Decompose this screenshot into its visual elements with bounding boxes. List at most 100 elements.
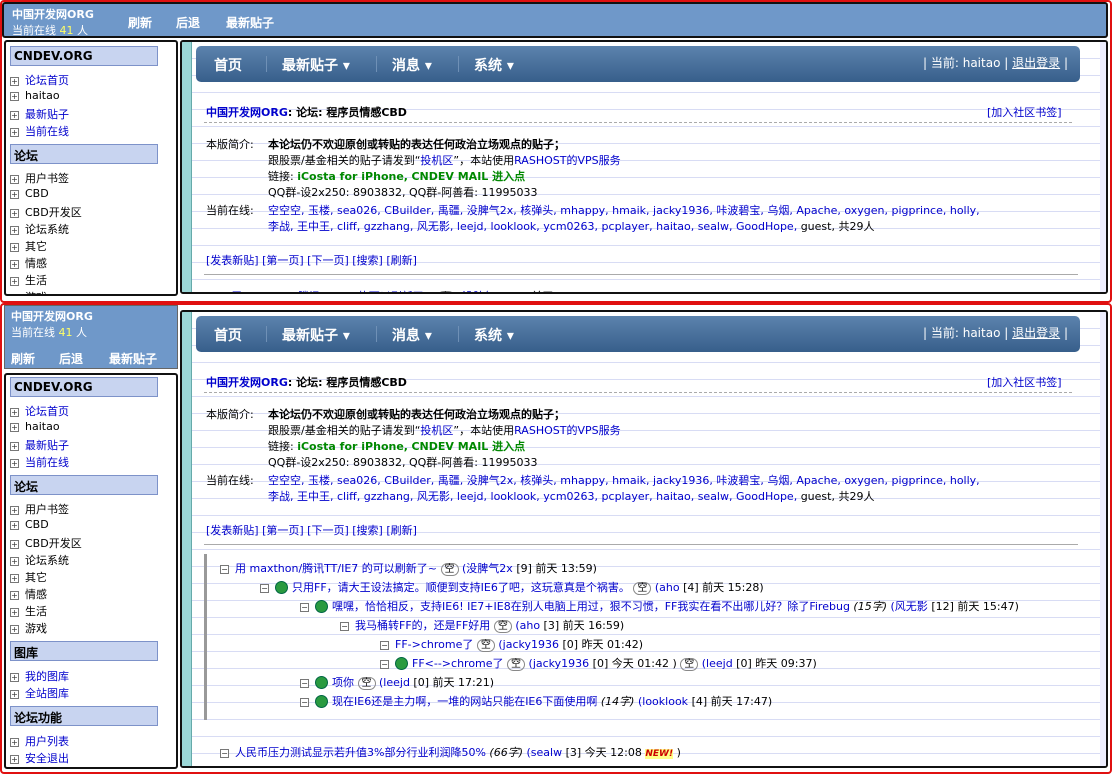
sidebar-item-site-gallery[interactable]: + 全站图库 xyxy=(10,685,69,700)
reply-row[interactable]: − FF->chrome了 空 (jacky1936 [0] 昨天 01:42) xyxy=(380,636,643,652)
sidebar-brand: CNDEV.ORG xyxy=(10,46,158,66)
reply-row[interactable]: − 嘿嘿，恰恰相反，支持IE6! IE7+IE8在别人电脑上用过，狠不习惯，FF我… xyxy=(300,598,1019,614)
reply-row[interactable]: − 只用FF，请大王设法搞定。顺便到支持IE6了吧，这玩意真是个祸害。 空 (ah… xyxy=(260,579,764,595)
smiley-icon xyxy=(275,581,288,594)
qq-line: QQ群-设2x250: 8903832, QQ群-阿善看: 11995033 xyxy=(268,186,538,199)
sidebar-item-cbd-dev[interactable]: + CBD开发区 xyxy=(10,204,82,219)
smiley-icon xyxy=(315,676,328,689)
reply-row[interactable]: − 我马桶转FF的，还是FF好用 空 (aho [3] 前天 16:59) xyxy=(340,617,624,633)
scrollbar[interactable] xyxy=(1100,42,1106,292)
breadcrumb-2: 中国开发网ORG: 论坛: 程序员情感CBD xyxy=(206,376,407,389)
sidebar-item-latest[interactable]: + 最新贴子 xyxy=(10,106,69,121)
frame-left-bar xyxy=(182,42,192,292)
latest-posts-button-2[interactable]: 最新贴子 xyxy=(109,350,157,367)
sidebar-item-my-gallery[interactable]: + 我的图库 xyxy=(10,668,69,683)
sidebar-item-life[interactable]: + 生活 xyxy=(10,272,47,287)
sidebar-item-forum-system[interactable]: + 论坛系统 xyxy=(10,221,69,236)
sidebar-item-user-2[interactable]: + haitao xyxy=(10,420,60,435)
refresh-button-2[interactable]: 刷新 xyxy=(11,350,35,367)
sidebar-item-life-2[interactable]: + 生活 xyxy=(10,603,47,618)
online-users-list-2[interactable]: 李战, 王中王, cliff, gzzhang, 风无影, leejd, loo… xyxy=(268,218,874,234)
links-line-2: 链接: iCosta for iPhone, CNDEV MAIL 进入点 xyxy=(268,440,526,453)
reply-row[interactable]: − 现在IE6还是主力啊，一堆的网站只能在IE6下面使用啊 (14字) (look… xyxy=(300,693,772,709)
nav-home-2[interactable]: 首页 xyxy=(214,325,242,345)
sidebar-section-gallery: 图库 xyxy=(10,641,158,661)
thread-row-clipped[interactable]: −用 maxthon/腾讯TT/IE7 的可以刷新了~ 空 (没脾气2x [9]… xyxy=(216,288,593,292)
add-bookmark-link-2[interactable]: [加入社区书签] xyxy=(987,374,1062,390)
sidebar-item-user-list[interactable]: + 用户列表 xyxy=(10,733,69,748)
sidebar-item-emotion-2[interactable]: + 情感 xyxy=(10,586,47,601)
logout-link-2[interactable]: 退出登录 xyxy=(1012,326,1060,340)
main-navbar-2: 首页 最新贴子 ▾ 消息 ▾ 系统 ▾ | 当前: haitao | 退出登录 … xyxy=(196,316,1080,352)
sidebar-item-home[interactable]: + 论坛首页 xyxy=(10,72,69,87)
sidebar-item-user[interactable]: + haitao xyxy=(10,89,60,104)
forum-actions[interactable]: [发表新贴] [第一页] [下一页] [搜索] [刷新] xyxy=(206,252,417,268)
sidebar-item-games[interactable]: +游戏 xyxy=(10,289,47,294)
intro-line-1-2: 本论坛仍不欢迎原创或转贴的表达任何政治立场观点的贴子； xyxy=(268,408,565,421)
intro-line-2: 跟股票/基金相关的贴子请发到“投机区”，本站使用RASHOST的VPS服务 xyxy=(268,154,621,167)
links-line: 链接: iCosta for iPhone, CNDEV MAIL 进入点 xyxy=(268,170,526,183)
left-header-frame: 中国开发网ORG 当前在线 41 人 刷新 后退 最新贴子 xyxy=(4,305,178,369)
refresh-button[interactable]: 刷新 xyxy=(128,14,152,31)
sidebar-item-cbd-2[interactable]: + CBD xyxy=(10,518,49,533)
add-bookmark-link[interactable]: [加入社区书签] xyxy=(987,104,1062,120)
breadcrumb: 中国开发网ORG: 论坛: 程序员情感CBD xyxy=(206,106,407,119)
sidebar-item-other[interactable]: + 其它 xyxy=(10,238,47,253)
nav-user-area-2: | 当前: haitao | 退出登录 | xyxy=(923,326,1068,340)
intro-label-2: 本版简介: xyxy=(206,408,254,421)
smiley-icon xyxy=(315,695,328,708)
sidebar-item-emotion[interactable]: + 情感 xyxy=(10,255,47,270)
left-sidebar-frame-2: CNDEV.ORG + 论坛首页 + haitao + 最新贴子 + 当前在线 论坛 +… xyxy=(4,373,178,769)
thread-tree xyxy=(204,554,207,720)
sidebar-item-games-2[interactable]: + 游戏 xyxy=(10,620,47,635)
sidebar-item-online[interactable]: + 当前在线 xyxy=(10,123,69,138)
online-users-label: 当前在线: xyxy=(206,204,254,217)
left-sidebar-frame-1: CNDEV.ORG + 论坛首页 + haitao + 最新贴子 + 当前在线 论坛 +… xyxy=(4,40,178,296)
logout-link[interactable]: 退出登录 xyxy=(1012,56,1060,70)
nav-system-2[interactable]: 系统 ▾ xyxy=(474,325,514,345)
sidebar-item-cbd[interactable]: + CBD xyxy=(10,187,49,202)
sidebar-item-logout[interactable]: + 安全退出 xyxy=(10,750,69,765)
main-navbar: 首页 最新贴子 ▾ 消息 ▾ 系统 ▾ | 当前: haitao | 退出登录 … xyxy=(196,46,1080,82)
new-badge: NEW! xyxy=(645,749,674,759)
thread-row[interactable]: − 用 maxthon/腾讯TT/IE7 的可以刷新了~ 空 (没脾气2x [9]… xyxy=(220,560,597,576)
sidebar-item-other-2[interactable]: + 其它 xyxy=(10,569,47,584)
reply-row[interactable]: − 项你 空 (leejd [0] 前天 17:21) xyxy=(300,674,494,690)
forum-actions-2[interactable]: [发表新贴] [第一页] [下一页] [搜索] [刷新] xyxy=(206,522,417,538)
latest-posts-button[interactable]: 最新贴子 xyxy=(226,14,274,31)
sidebar-item-online-2[interactable]: + 当前在线 xyxy=(10,454,69,469)
online-status-2: 当前在线 41 人 xyxy=(11,326,87,339)
sidebar-item-bookmarks[interactable]: + 用户书签 xyxy=(10,170,69,185)
sidebar-section-functions: 论坛功能 xyxy=(10,706,158,726)
scrollbar-2[interactable] xyxy=(1100,312,1106,766)
main-frame-2: 首页 最新贴子 ▾ 消息 ▾ 系统 ▾ | 当前: haitao | 退出登录 … xyxy=(180,310,1108,768)
qq-line-2: QQ群-设2x250: 8903832, QQ群-阿善看: 11995033 xyxy=(268,456,538,469)
nav-home[interactable]: 首页 xyxy=(214,55,242,75)
nav-system[interactable]: 系统 ▾ xyxy=(474,55,514,75)
back-button[interactable]: 后退 xyxy=(176,14,200,31)
site-title-2: 中国开发网ORG xyxy=(11,310,93,323)
sidebar-item-latest-2[interactable]: + 最新贴子 xyxy=(10,437,69,452)
back-button-2[interactable]: 后退 xyxy=(59,350,83,367)
nav-messages[interactable]: 消息 ▾ xyxy=(392,55,432,75)
intro-label: 本版简介: xyxy=(206,138,254,151)
online-users-list-b2[interactable]: 李战, 王中王, cliff, gzzhang, 风无影, leejd, loo… xyxy=(268,488,874,504)
reply-row[interactable]: − FF<-->chrome了 空 (jacky1936 [0] 今天 01:42… xyxy=(380,655,817,671)
sidebar-brand-2: CNDEV.ORG xyxy=(10,377,158,397)
sidebar-section-forum: 论坛 xyxy=(10,144,158,164)
sidebar-item-bookmarks-2[interactable]: + 用户书签 xyxy=(10,501,69,516)
top-header-frame: 中国开发网ORG 当前在线 41 人 刷新 后退 最新贴子 xyxy=(2,2,1108,38)
sidebar-item-home-2[interactable]: + 论坛首页 xyxy=(10,403,69,418)
online-users-list[interactable]: 空空空, 玉楼, sea026, CBuilder, 禹疆, 没脾气2x, 核弹… xyxy=(268,202,980,218)
nav-latest-posts[interactable]: 最新贴子 ▾ xyxy=(282,55,350,75)
intro-line-2-2: 跟股票/基金相关的贴子请发到“投机区”，本站使用RASHOST的VPS服务 xyxy=(268,424,621,437)
nav-messages-2[interactable]: 消息 ▾ xyxy=(392,325,432,345)
sidebar-item-forum-system-2[interactable]: + 论坛系统 xyxy=(10,552,69,567)
nav-user-area: | 当前: haitao | 退出登录 | xyxy=(923,56,1068,70)
sidebar-item-cbd-dev-2[interactable]: + CBD开发区 xyxy=(10,535,82,550)
nav-latest-posts-2[interactable]: 最新贴子 ▾ xyxy=(282,325,350,345)
main-frame-1: 首页 最新贴子 ▾ 消息 ▾ 系统 ▾ | 当前: haitao | 退出登录 … xyxy=(180,40,1108,294)
thread-row[interactable]: − 人民币压力测试显示若升值3%部分行业利润降50% (66字) (sealw [… xyxy=(220,744,681,760)
online-users-list-b[interactable]: 空空空, 玉楼, sea026, CBuilder, 禹疆, 没脾气2x, 核弹… xyxy=(268,472,980,488)
online-users-label-2: 当前在线: xyxy=(206,474,254,487)
